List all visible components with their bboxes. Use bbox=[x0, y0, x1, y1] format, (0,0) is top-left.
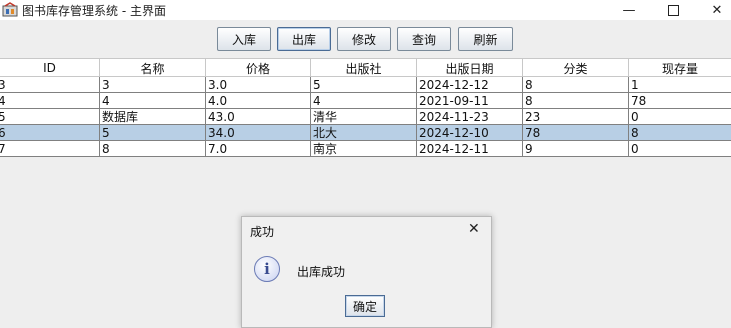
cell-id: 3 bbox=[0, 77, 100, 93]
cell-price: 4.0 bbox=[206, 93, 311, 109]
cell-publish-date: 2024-12-10 bbox=[417, 125, 523, 141]
cell-category: 23 bbox=[523, 109, 629, 125]
cell-stock: 0 bbox=[631, 142, 639, 156]
column-header-stock[interactable]: 现存量 bbox=[629, 59, 731, 77]
cell-category: 8 bbox=[523, 93, 629, 109]
cell-price: 34.0 bbox=[206, 125, 311, 141]
stock-in-button[interactable]: 入库 bbox=[217, 27, 271, 51]
cell-publish-date: 2024-11-23 bbox=[417, 109, 523, 125]
cell-publish-date: 2024-12-11 bbox=[417, 141, 523, 157]
title-bar: 图书库存管理系统 - 主界面 — ✕ bbox=[0, 0, 731, 20]
cell-id: 6 bbox=[0, 125, 100, 141]
cell-stock: 0 bbox=[631, 110, 639, 124]
cell-name: 4 bbox=[100, 93, 206, 109]
column-header-publish-date[interactable]: 出版日期 bbox=[417, 59, 523, 77]
dialog-message: 出库成功 bbox=[297, 265, 346, 279]
close-window-button[interactable]: ✕ bbox=[694, 0, 731, 20]
table-row-selected[interactable]: 6 5 34.0 北大 2024-12-10 78 8 bbox=[0, 125, 731, 141]
cell-publish-date: 2024-12-12 bbox=[417, 77, 523, 93]
dialog-close-icon[interactable]: ✕ bbox=[468, 221, 480, 237]
cell-stock: 8 bbox=[631, 126, 639, 140]
search-button[interactable]: 查询 bbox=[397, 27, 451, 51]
success-dialog: 成功 ✕ i 出库成功 确定 bbox=[241, 216, 492, 328]
cell-publisher: 清华 bbox=[311, 109, 417, 125]
cell-publisher: 5 bbox=[311, 77, 417, 93]
minimize-button[interactable]: — bbox=[606, 0, 652, 20]
cell-stock: 1 bbox=[631, 78, 639, 92]
cell-publish-date: 2021-09-11 bbox=[417, 93, 523, 109]
close-icon: ✕ bbox=[711, 2, 723, 18]
cell-price: 7.0 bbox=[206, 141, 311, 157]
column-header-price[interactable]: 价格 bbox=[206, 59, 311, 77]
info-icon: i bbox=[254, 256, 280, 282]
cell-id: 5 bbox=[0, 109, 100, 125]
column-header-category[interactable]: 分类 bbox=[523, 59, 629, 77]
cell-name: 3 bbox=[100, 77, 206, 93]
column-header-name[interactable]: 名称 bbox=[100, 59, 206, 77]
column-header-publisher[interactable]: 出版社 bbox=[311, 59, 417, 77]
books-table[interactable]: ID 名称 价格 出版社 出版日期 分类 现存量 3 3 3.0 5 2024-… bbox=[0, 58, 731, 157]
refresh-button[interactable]: 刷新 bbox=[458, 27, 513, 51]
dialog-title: 成功 bbox=[250, 225, 275, 239]
column-header-id[interactable]: ID bbox=[0, 59, 100, 77]
cell-publisher: 北大 bbox=[311, 125, 417, 141]
minimize-icon: — bbox=[622, 2, 636, 18]
cell-id: 4 bbox=[0, 93, 100, 109]
cell-name: 8 bbox=[100, 141, 206, 157]
table-row[interactable]: 5 数据库 43.0 清华 2024-11-23 23 0 bbox=[0, 109, 731, 125]
cell-name: 5 bbox=[100, 125, 206, 141]
cell-publisher: 4 bbox=[311, 93, 417, 109]
table-row[interactable]: 3 3 3.0 5 2024-12-12 8 1 bbox=[0, 77, 731, 93]
cell-stock: 78 bbox=[631, 94, 647, 108]
maximize-button[interactable] bbox=[650, 0, 696, 20]
window-title: 图书库存管理系统 - 主界面 bbox=[22, 4, 166, 18]
table-header: ID 名称 价格 出版社 出版日期 分类 现存量 bbox=[0, 58, 731, 77]
stock-out-button[interactable]: 出库 bbox=[277, 27, 331, 51]
cell-category: 78 bbox=[523, 125, 629, 141]
table-row[interactable]: 4 4 4.0 4 2021-09-11 8 78 bbox=[0, 93, 731, 109]
table-row[interactable]: 7 8 7.0 南京 2024-12-11 9 0 bbox=[0, 141, 731, 157]
cell-category: 8 bbox=[523, 77, 629, 93]
cell-category: 9 bbox=[523, 141, 629, 157]
cell-id: 7 bbox=[0, 141, 100, 157]
cell-price: 43.0 bbox=[206, 109, 311, 125]
cell-publisher: 南京 bbox=[311, 141, 417, 157]
ok-button[interactable]: 确定 bbox=[345, 295, 385, 317]
edit-button[interactable]: 修改 bbox=[337, 27, 391, 51]
maximize-icon bbox=[667, 4, 679, 16]
toolbar: 入库 出库 修改 查询 刷新 bbox=[0, 20, 731, 56]
app-icon bbox=[2, 2, 18, 17]
cell-price: 3.0 bbox=[206, 77, 311, 93]
cell-name: 数据库 bbox=[100, 109, 206, 125]
